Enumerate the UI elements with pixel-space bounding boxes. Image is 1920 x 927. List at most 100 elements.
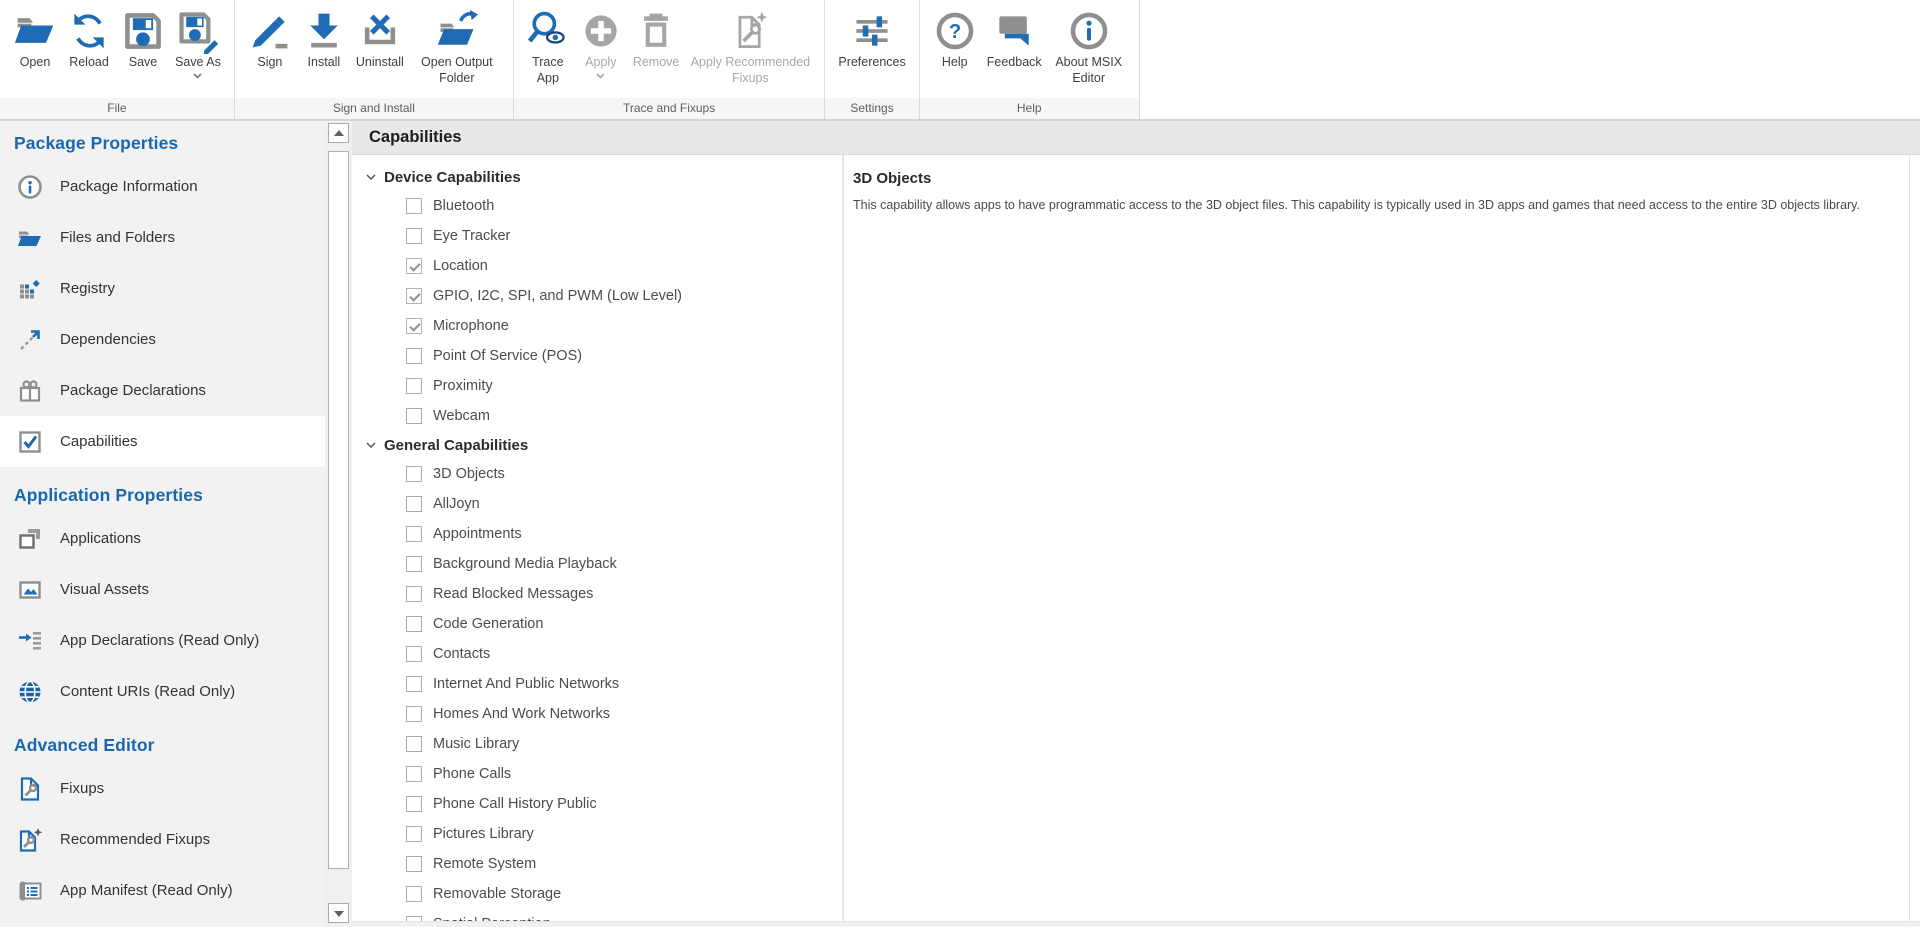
apply-button[interactable]: Apply [574,6,628,84]
capability-checkbox[interactable] [406,646,422,662]
remove-button[interactable]: Remove [628,6,685,72]
open-output-folder-button[interactable]: Open Output Folder [409,6,505,87]
toolbar-group-label-sign-install: Sign and Install [235,98,513,119]
capability-checkbox[interactable] [406,616,422,632]
tree-group-header[interactable]: General Capabilities [352,431,842,459]
uninstall-button[interactable]: Uninstall [351,6,409,72]
sidebar-item-label: Applications [60,530,141,547]
capability-checkbox[interactable] [406,916,422,921]
capability-checkbox[interactable] [406,586,422,602]
capability-checkbox[interactable] [406,408,422,424]
capability-row[interactable]: Phone Call History Public [352,789,842,819]
sidebar-item-visual-assets[interactable]: Visual Assets [0,564,325,615]
scroll-up-button[interactable] [328,123,349,143]
sidebar-item-files-and-folders[interactable]: Files and Folders [0,212,325,263]
capability-row[interactable]: Internet And Public Networks [352,669,842,699]
sidebar-item-content-uris[interactable]: Content URIs (Read Only) [0,666,325,717]
install-button[interactable]: Install [297,6,351,72]
tree-group-header[interactable]: Device Capabilities [352,163,842,191]
capability-checkbox[interactable] [406,706,422,722]
preferences-button-label: Preferences [838,55,905,71]
fixups-doc-icon [16,775,44,803]
apply-dropdown-chevron-icon[interactable] [596,73,605,83]
capability-row[interactable]: Bluetooth [352,191,842,221]
capability-checkbox[interactable] [406,526,422,542]
capability-row[interactable]: Microphone [352,311,842,341]
sidebar-item-dependencies[interactable]: Dependencies [0,314,325,365]
capability-checkbox[interactable] [406,496,422,512]
capability-row[interactable]: Remote System [352,849,842,879]
detail-scrollbar-track[interactable] [1909,155,1920,921]
main-panel: Capabilities Device CapabilitiesBluetoot… [352,121,1920,927]
capability-row[interactable]: Point Of Service (POS) [352,341,842,371]
preferences-button[interactable]: Preferences [833,6,910,72]
capability-checkbox[interactable] [406,856,422,872]
capability-row[interactable]: Contacts [352,639,842,669]
apply-recommended-fixups-button[interactable]: Apply Recommended Fixups [684,6,816,87]
sidebar-item-app-declarations[interactable]: App Declarations (Read Only) [0,615,325,666]
capability-row[interactable]: Proximity [352,371,842,401]
capability-checkbox[interactable] [406,886,422,902]
capability-checkbox[interactable] [406,556,422,572]
about-msix-editor-button[interactable]: About MSIX Editor [1047,6,1131,87]
save-as-button[interactable]: Save As [170,6,226,84]
capability-checkbox[interactable] [406,258,422,274]
capability-checkbox[interactable] [406,676,422,692]
capability-label: Contacts [433,646,490,662]
capability-row[interactable]: GPIO, I2C, SPI, and PWM (Low Level) [352,281,842,311]
capability-row[interactable]: AllJoyn [352,489,842,519]
capability-row[interactable]: Read Blocked Messages [352,579,842,609]
capability-checkbox[interactable] [406,378,422,394]
sidebar-item-capabilities[interactable]: Capabilities [0,416,325,467]
about-info-icon [1067,7,1111,55]
capability-row[interactable]: Appointments [352,519,842,549]
capability-row[interactable]: Homes And Work Networks [352,699,842,729]
capability-row[interactable]: Code Generation [352,609,842,639]
capability-row[interactable]: Spatial Perception [352,909,842,921]
sidebar-scrollbar[interactable] [325,121,352,927]
chevron-down-icon [366,174,376,180]
reload-button[interactable]: Reload [62,6,116,72]
sidebar-item-app-manifest[interactable]: App Manifest (Read Only) [0,865,325,916]
capability-row[interactable]: Background Media Playback [352,549,842,579]
capability-checkbox[interactable] [406,796,422,812]
feedback-button[interactable]: Feedback [982,6,1047,72]
sidebar-item-package-information[interactable]: Package Information [0,161,325,212]
capability-row[interactable]: Location [352,251,842,281]
horizontal-scrollbar-track[interactable] [352,921,1920,927]
sign-button[interactable]: Sign [243,6,297,72]
capability-checkbox[interactable] [406,736,422,752]
declarations-list-icon [16,627,44,655]
capability-row[interactable]: 3D Objects [352,459,842,489]
capability-checkbox[interactable] [406,198,422,214]
capability-checkbox[interactable] [406,766,422,782]
scroll-down-button[interactable] [328,903,349,923]
capability-row[interactable]: Removable Storage [352,879,842,909]
sidebar-item-registry[interactable]: Registry [0,263,325,314]
capability-row[interactable]: Eye Tracker [352,221,842,251]
scrollbar-thumb[interactable] [328,151,349,869]
capability-checkbox[interactable] [406,228,422,244]
tree-group-label: Device Capabilities [384,169,521,186]
capability-checkbox[interactable] [406,348,422,364]
capability-checkbox[interactable] [406,318,422,334]
sidebar-item-fixups[interactable]: Fixups [0,763,325,814]
save-as-icon [176,7,220,55]
capability-checkbox[interactable] [406,826,422,842]
capability-row[interactable]: Webcam [352,401,842,431]
sidebar-item-recommended-fixups[interactable]: Recommended Fixups [0,814,325,865]
help-button[interactable]: ? Help [928,6,982,72]
capability-checkbox[interactable] [406,288,422,304]
save-button[interactable]: Save [116,6,170,72]
sidebar-item-package-declarations[interactable]: Package Declarations [0,365,325,416]
capability-row[interactable]: Pictures Library [352,819,842,849]
open-button[interactable]: Open [8,6,62,72]
trace-app-button[interactable]: Trace App [522,6,574,87]
capability-checkbox[interactable] [406,466,422,482]
capability-label: Code Generation [433,616,543,632]
save-as-dropdown-chevron-icon[interactable] [193,73,202,83]
capability-row[interactable]: Phone Calls [352,759,842,789]
apply-button-label: Apply [585,55,616,71]
sidebar-item-applications[interactable]: Applications [0,513,325,564]
capability-row[interactable]: Music Library [352,729,842,759]
